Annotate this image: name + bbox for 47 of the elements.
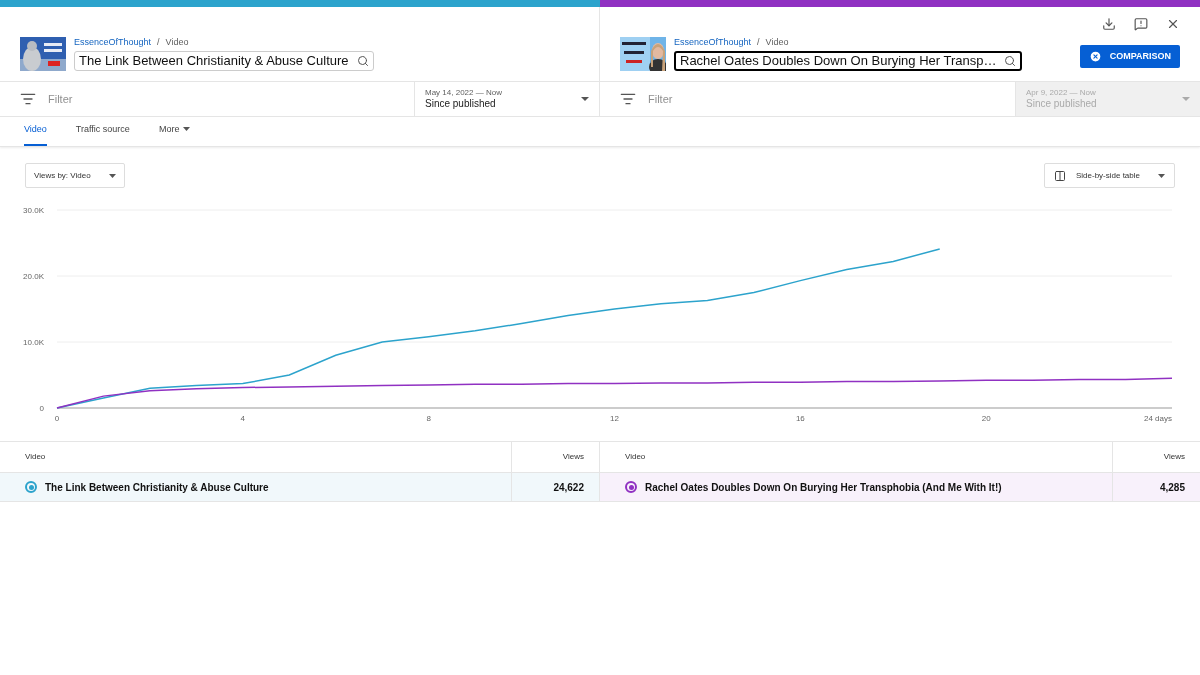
filter-icon[interactable] [20, 91, 36, 107]
column-header: Views [1112, 442, 1200, 472]
tab[interactable]: Traffic source [75, 122, 130, 146]
table-cell: 4,285 [1112, 473, 1200, 501]
y-axis-label: 30.0K [23, 206, 44, 215]
more-menu[interactable]: More [158, 122, 191, 146]
x-axis-label: 8 [426, 414, 431, 423]
y-axis-label: 20.0K [23, 272, 44, 281]
video-title-field[interactable]: The Link Between Christianity & Abuse Culture [74, 51, 374, 71]
table-cell-text: Rachel Oates Doubles Down On Burying Her Transphobia (And Me With It!) [645, 480, 1002, 495]
breadcrumb-separator: / [157, 35, 160, 49]
series-radio[interactable] [25, 481, 37, 493]
table-cell-text: The Link Between Christianity & Abuse Culture [45, 480, 269, 495]
series-radio[interactable] [625, 481, 637, 493]
views-by-dropdown[interactable]: Views by: Video [25, 163, 125, 188]
caret-icon [183, 127, 191, 132]
channel-link[interactable]: EssenceOfThought [74, 35, 152, 49]
feedback-icon[interactable] [1134, 17, 1148, 31]
x-axis-label: 4 [240, 414, 246, 423]
search-icon[interactable] [356, 55, 369, 67]
close-circle-icon [1088, 50, 1102, 63]
x-axis-label: 24 days [1143, 414, 1172, 423]
column-header: Views [511, 442, 599, 472]
columns-icon [1053, 169, 1066, 182]
caret-icon [1182, 97, 1190, 101]
caret-icon [1158, 173, 1165, 178]
x-axis-label: 20 [981, 414, 991, 423]
breadcrumb-text: Video [765, 35, 789, 49]
y-axis-label: 10.0K [23, 338, 44, 347]
column-header: Video [24, 451, 47, 463]
x-axis-label: 12 [610, 414, 619, 423]
breadcrumb-separator: / [757, 35, 760, 49]
breadcrumb-text: Video [165, 35, 189, 49]
table-cell: 24,622 [511, 473, 599, 501]
comparison-button[interactable]: COMPARISON [1079, 45, 1180, 68]
download-icon[interactable] [1102, 17, 1116, 31]
x-axis-label: 0 [54, 414, 60, 423]
caret-icon [108, 173, 116, 178]
date-range-dropdown[interactable]: May 14, 2022 — Now Since published [414, 82, 599, 116]
filter-icon[interactable] [620, 91, 636, 107]
close-icon[interactable] [1166, 17, 1180, 31]
x-axis-label: 16 [795, 414, 805, 423]
column-header: Video [624, 451, 647, 463]
caret-icon [581, 97, 589, 101]
table-type-dropdown[interactable]: Side-by-side table [1043, 163, 1175, 188]
tab[interactable]: Video [24, 122, 47, 146]
y-axis-label: 0 [39, 404, 44, 413]
